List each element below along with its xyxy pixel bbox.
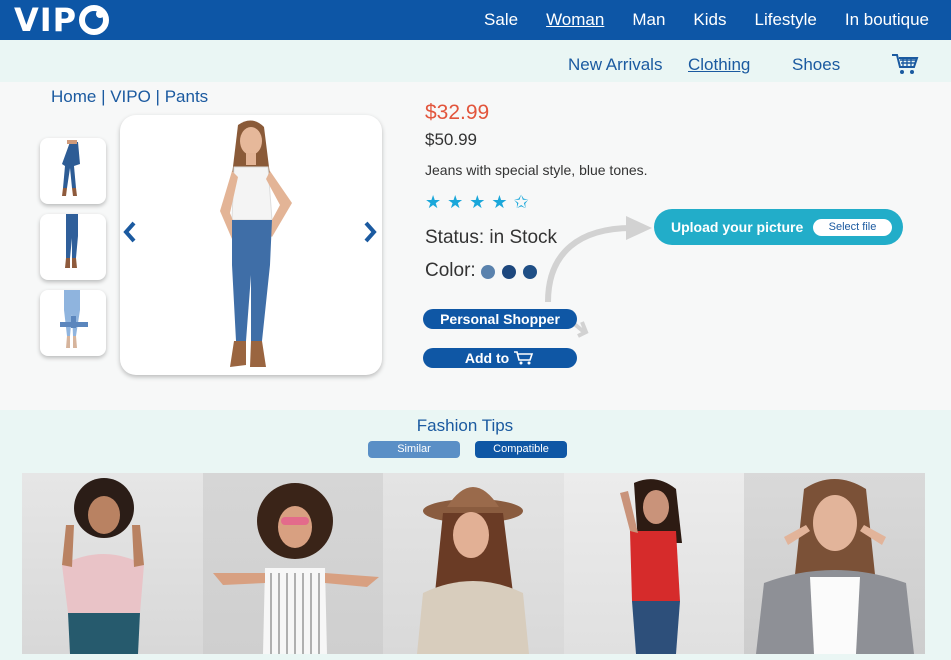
- fashion-gallery: [22, 473, 925, 654]
- original-price: $50.99: [425, 130, 477, 149]
- subnav-new-arrivals[interactable]: New Arrivals: [568, 55, 662, 75]
- star-outline-icon[interactable]: ✩: [514, 192, 529, 213]
- stock-status: Status: in Stock: [425, 227, 558, 248]
- nav-kids[interactable]: Kids: [693, 10, 726, 30]
- star-full-icon[interactable]: ★: [447, 192, 463, 213]
- gallery-photo[interactable]: [22, 473, 203, 654]
- product-thumbnail[interactable]: [40, 290, 106, 356]
- gallery-photo[interactable]: [202, 473, 384, 654]
- product-main-image: [120, 115, 382, 375]
- vipo-logo[interactable]: VIP: [14, 1, 110, 39]
- cart-icon: [514, 351, 534, 365]
- chevron-left-icon[interactable]: [122, 220, 138, 244]
- fashion-tips-title: Fashion Tips: [416, 416, 514, 435]
- breadcrumb[interactable]: Home | VIPO | Pants: [51, 87, 208, 107]
- nav-sale[interactable]: Sale: [484, 10, 518, 30]
- model-photo: [619, 479, 682, 654]
- product-description: Jeans with special style, blue tones.: [425, 162, 648, 178]
- star-full-icon[interactable]: ★: [425, 192, 441, 213]
- nav-man[interactable]: Man: [632, 10, 665, 30]
- nav-lifestyle[interactable]: Lifestyle: [754, 10, 816, 30]
- compatible-button[interactable]: Compatible: [475, 441, 567, 458]
- top-navbar: VIP Sale Woman Man Kids Lifestyle In bou…: [0, 0, 951, 40]
- model-photo: [212, 483, 379, 654]
- subnav-clothing[interactable]: Clothing: [688, 55, 750, 75]
- model-photo: [417, 487, 530, 654]
- color-swatch-dark-blue[interactable]: [502, 265, 516, 279]
- upload-picture-panel: Upload your picture Select file: [654, 209, 903, 245]
- select-file-button[interactable]: Select file: [813, 219, 892, 236]
- personal-shopper-button[interactable]: Personal Shopper: [423, 309, 577, 329]
- jeans-front-thumb: [62, 140, 80, 196]
- logo-o-icon: [79, 5, 110, 35]
- gallery-photo[interactable]: [383, 473, 564, 654]
- model-photo: [62, 478, 144, 654]
- main-nav: Sale Woman Man Kids Lifestyle In boutiqu…: [456, 0, 929, 40]
- sale-price: $32.99: [425, 101, 490, 124]
- similar-button[interactable]: Similar: [368, 441, 460, 458]
- nav-woman[interactable]: Woman: [546, 10, 604, 30]
- cart-icon[interactable]: [891, 52, 919, 76]
- gallery-photo[interactable]: [744, 473, 925, 654]
- add-to-label: Add to: [464, 350, 510, 366]
- add-to-cart-button[interactable]: Add to: [423, 348, 577, 368]
- color-swatch-navy[interactable]: [523, 265, 537, 279]
- star-full-icon[interactable]: ★: [491, 192, 507, 213]
- upload-label: Upload your picture: [671, 219, 804, 235]
- subnav-shoes[interactable]: Shoes: [792, 55, 840, 75]
- color-label: Color:: [425, 260, 476, 281]
- jeans-side-thumb: [65, 214, 78, 268]
- rating-stars[interactable]: ★ ★ ★ ★ ✩: [425, 192, 529, 213]
- chevron-right-icon[interactable]: [362, 220, 378, 244]
- product-thumbnail[interactable]: [40, 214, 106, 280]
- product-thumbnail[interactable]: [40, 138, 106, 204]
- jeans-back-thumb: [60, 290, 88, 348]
- model-figure: [220, 120, 292, 367]
- star-full-icon[interactable]: ★: [469, 192, 485, 213]
- logo-text: VIP: [14, 1, 78, 39]
- model-photo: [756, 479, 915, 654]
- color-swatch-light-blue[interactable]: [481, 265, 495, 279]
- gallery-photo[interactable]: [563, 473, 745, 654]
- nav-in-boutique[interactable]: In boutique: [845, 10, 929, 30]
